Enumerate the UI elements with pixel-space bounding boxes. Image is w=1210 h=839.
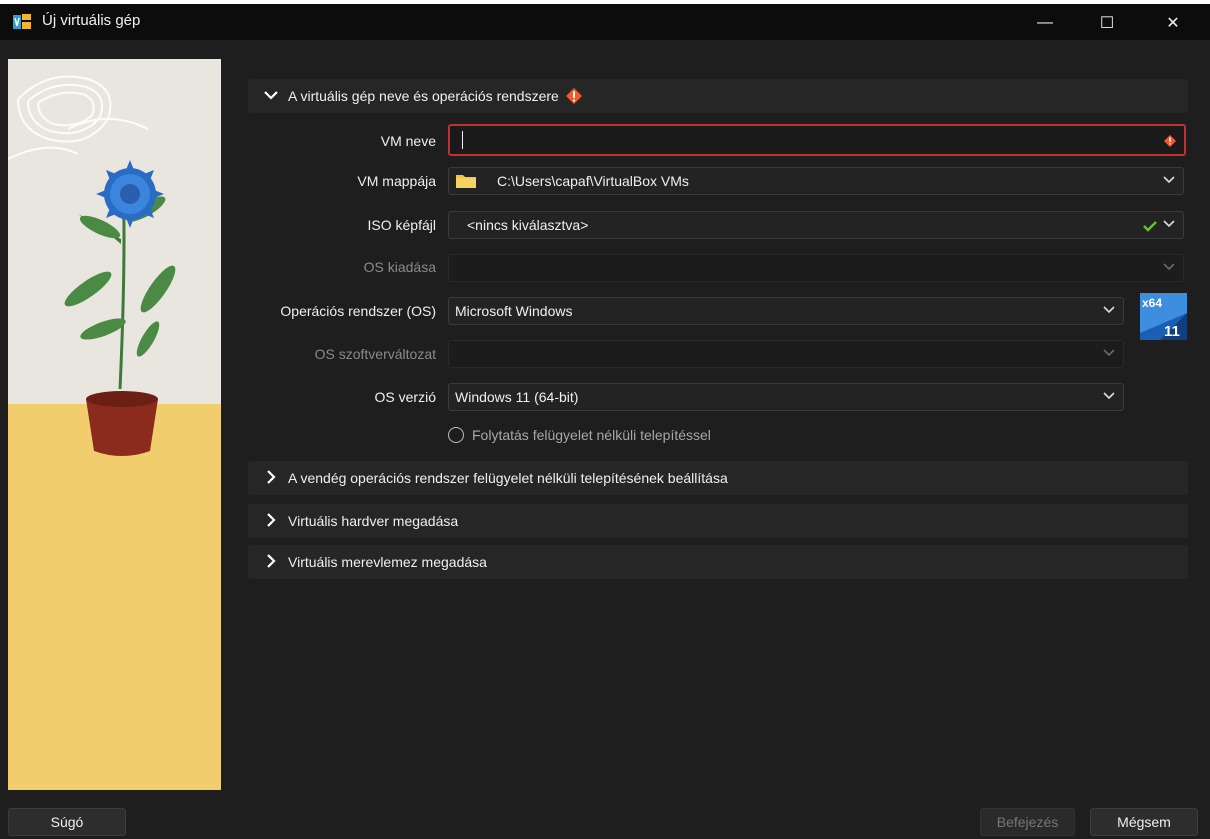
- chevron-down-icon: [1163, 173, 1175, 187]
- text-cursor: [462, 131, 463, 149]
- os-edition-select[interactable]: [448, 254, 1184, 282]
- section-label: A virtuális gép neve és operációs rendsz…: [288, 88, 559, 104]
- wizard-illustration: [8, 59, 221, 790]
- os-type-label: Operációs rendszer (OS): [280, 303, 436, 319]
- windows-11-os-icon: x64 11: [1140, 293, 1187, 340]
- help-button[interactable]: Súgó: [8, 808, 126, 836]
- chevron-down-icon: [1163, 260, 1175, 274]
- minimize-icon: —: [1037, 14, 1053, 31]
- section-label: Virtuális hardver megadása: [288, 513, 459, 529]
- chevron-down-icon: [1163, 217, 1175, 231]
- os-type-select[interactable]: Microsoft Windows: [448, 297, 1124, 325]
- finish-button[interactable]: Befejezés: [980, 808, 1075, 836]
- section-unattended-setup[interactable]: A vendég operációs rendszer felügyelet n…: [248, 461, 1188, 495]
- checkmark-icon: [1143, 221, 1157, 232]
- iso-label: ISO képfájl: [367, 217, 436, 233]
- warning-icon: [565, 88, 582, 104]
- chevron-down-icon: [1103, 389, 1115, 403]
- minimize-button[interactable]: —: [1022, 8, 1068, 38]
- os-version-select[interactable]: Windows 11 (64-bit): [448, 383, 1124, 411]
- section-label: A vendég operációs rendszer felügyelet n…: [288, 470, 728, 486]
- section-label: Virtuális merevlemez megadása: [288, 554, 487, 570]
- vm-name-input[interactable]: [448, 124, 1186, 156]
- virtualbox-app-icon: [13, 14, 31, 29]
- chevron-right-icon: [258, 469, 284, 488]
- window-title: Új virtuális gép: [42, 12, 141, 29]
- os-badge-arch: x64: [1142, 296, 1162, 310]
- vm-folder-label: VM mappája: [357, 173, 436, 189]
- section-hard-disk[interactable]: Virtuális merevlemez megadása: [248, 545, 1188, 579]
- vm-name-label: VM neve: [380, 133, 436, 149]
- section-name-os[interactable]: A virtuális gép neve és operációs rendsz…: [248, 79, 1188, 113]
- chevron-right-icon: [258, 512, 284, 531]
- os-subtype-select[interactable]: [448, 340, 1124, 368]
- os-subtype-label: OS szoftverváltozat: [314, 346, 436, 362]
- error-icon: [1164, 135, 1176, 147]
- section-hardware[interactable]: Virtuális hardver megadása: [248, 504, 1188, 538]
- chevron-right-icon: [258, 553, 284, 572]
- vm-folder-select[interactable]: C:\Users\capaf\VirtualBox VMs: [448, 167, 1184, 195]
- chevron-down-icon: [258, 88, 284, 104]
- maximize-icon: ☐: [1099, 15, 1115, 32]
- os-badge-version: 11: [1164, 323, 1180, 340]
- os-version-label: OS verzió: [374, 389, 436, 405]
- chevron-down-icon: [1103, 346, 1115, 360]
- unattended-install-label: Folytatás felügyelet nélküli telepítésse…: [472, 427, 711, 443]
- close-button[interactable]: ✕: [1150, 8, 1196, 38]
- cancel-button[interactable]: Mégsem: [1090, 808, 1198, 836]
- os-edition-label: OS kiadása: [363, 259, 436, 275]
- title-bar: Új virtuális gép — ☐ ✕: [0, 0, 1210, 40]
- unattended-install-checkbox[interactable]: [448, 427, 464, 443]
- chevron-down-icon: [1103, 303, 1115, 317]
- maximize-button[interactable]: ☐: [1084, 8, 1130, 38]
- unattended-install-checkbox-row[interactable]: Folytatás felügyelet nélküli telepítésse…: [448, 427, 711, 443]
- close-icon: ✕: [1166, 15, 1180, 32]
- iso-select[interactable]: <nincs kiválasztva>: [448, 211, 1184, 239]
- folder-icon: [456, 175, 476, 188]
